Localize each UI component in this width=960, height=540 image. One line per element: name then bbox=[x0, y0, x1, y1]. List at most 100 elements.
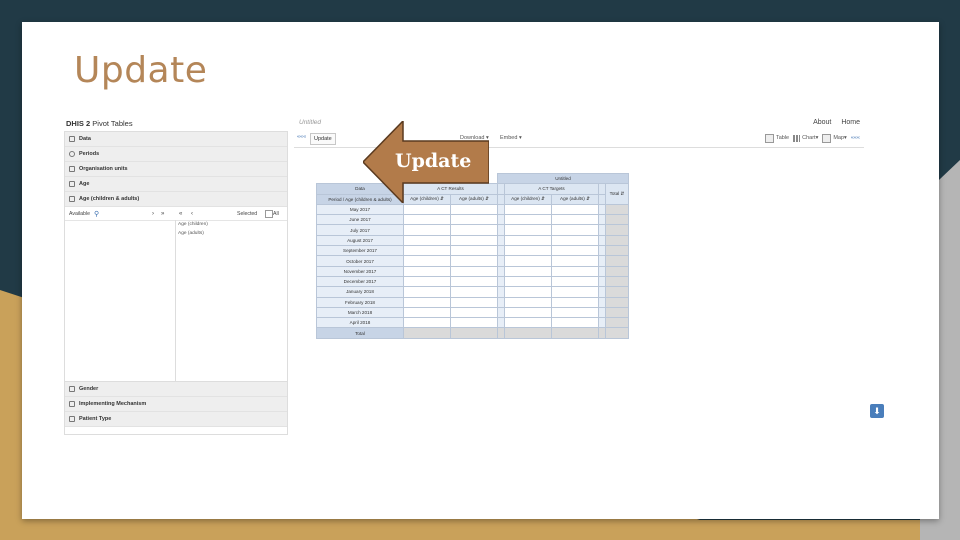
selected-item[interactable]: Age (adults) bbox=[176, 229, 286, 238]
dimension-gender[interactable]: Gender bbox=[65, 382, 287, 397]
table-cell bbox=[598, 245, 606, 257]
table-cell bbox=[450, 286, 498, 298]
table-cell bbox=[450, 203, 498, 216]
data-icon bbox=[69, 136, 75, 142]
dimension-icon bbox=[69, 386, 75, 392]
table-cell bbox=[551, 275, 599, 288]
table-cell bbox=[605, 317, 629, 329]
table-cell bbox=[450, 317, 498, 329]
update-button[interactable]: Update bbox=[310, 133, 336, 145]
available-list[interactable] bbox=[65, 220, 176, 381]
table-cell bbox=[450, 296, 498, 308]
table-cell bbox=[450, 255, 498, 267]
row-label: February 2018 bbox=[316, 296, 404, 308]
table-cell bbox=[551, 296, 599, 308]
table-cell bbox=[403, 275, 451, 288]
row-label: May 2017 bbox=[316, 203, 404, 216]
table-cell bbox=[403, 234, 451, 247]
sub-header[interactable]: Age (adults) ⇵ bbox=[551, 193, 599, 205]
table-row: July 2017 bbox=[316, 224, 629, 236]
dimension-age[interactable]: Age bbox=[65, 177, 287, 192]
table-cell bbox=[403, 317, 451, 329]
dimension-periods[interactable]: Periods bbox=[65, 147, 287, 162]
embed-menu[interactable]: Embed ▾ bbox=[500, 135, 522, 141]
table-row: March 2018 bbox=[316, 306, 629, 319]
dimension-patient-type[interactable]: Patient Type bbox=[65, 412, 287, 427]
about-link[interactable]: About bbox=[813, 119, 831, 126]
favorite-name: Untitled bbox=[299, 119, 322, 126]
sub-header[interactable]: Age (children) ⇵ bbox=[504, 193, 552, 205]
table-cell bbox=[551, 214, 599, 226]
table-icon bbox=[764, 133, 774, 143]
table-cell bbox=[450, 224, 498, 236]
table-cell bbox=[504, 224, 552, 236]
collapse-left-button[interactable]: ««« bbox=[297, 134, 306, 140]
table-cell bbox=[504, 203, 552, 216]
total-header[interactable]: Total ⇵ bbox=[605, 183, 629, 205]
table-row: August 2017 bbox=[316, 234, 629, 247]
selected-list[interactable]: Age (children) Age (adults) bbox=[176, 220, 286, 381]
table-cell bbox=[598, 296, 606, 308]
table-cell bbox=[497, 306, 505, 319]
table-cell bbox=[605, 214, 629, 226]
app-brand: DHIS 2 Pivot Tables bbox=[66, 119, 133, 128]
select-one-button[interactable]: › bbox=[152, 211, 154, 217]
pivot-body: May 2017 June 2017 July 2017 August 2017 Sep… bbox=[316, 203, 629, 329]
group-header: A CT Targets bbox=[504, 183, 599, 195]
home-link[interactable]: Home bbox=[841, 119, 860, 126]
table-cell bbox=[450, 234, 498, 247]
table-row: September 2017 bbox=[316, 245, 629, 257]
table-cell bbox=[497, 245, 505, 257]
download-icon[interactable]: ⬇ bbox=[870, 404, 884, 418]
table-cell bbox=[598, 317, 606, 329]
row-label: December 2017 bbox=[316, 275, 404, 288]
table-cell bbox=[598, 203, 606, 216]
table-cell bbox=[504, 234, 552, 247]
table-cell bbox=[504, 306, 552, 319]
select-all-checkbox[interactable] bbox=[265, 210, 273, 218]
table-cell bbox=[598, 214, 606, 226]
table-cell bbox=[504, 265, 552, 277]
table-cell bbox=[403, 306, 451, 319]
row-label: July 2017 bbox=[316, 224, 404, 236]
selected-item[interactable]: Age (children) bbox=[176, 220, 286, 229]
row-label: September 2017 bbox=[316, 245, 404, 257]
select-all-button[interactable]: » bbox=[161, 211, 164, 217]
table-cell bbox=[497, 275, 505, 288]
callout-label: Update bbox=[395, 150, 472, 172]
table-cell bbox=[551, 265, 599, 277]
dimension-org-units[interactable]: Organisation units bbox=[65, 162, 287, 177]
table-cell bbox=[605, 265, 629, 277]
table-cell bbox=[450, 214, 498, 226]
table-cell bbox=[403, 296, 451, 308]
deselect-all-button[interactable]: « bbox=[179, 211, 182, 217]
table-button[interactable]: Table bbox=[764, 133, 789, 143]
dimension-icon bbox=[69, 181, 75, 187]
table-cell bbox=[605, 306, 629, 319]
total-row-label: Total bbox=[316, 327, 404, 339]
row-label: January 2018 bbox=[316, 286, 404, 298]
dimension-data[interactable]: Data bbox=[65, 132, 287, 147]
table-cell bbox=[504, 275, 552, 288]
map-icon bbox=[822, 133, 832, 143]
collapse-right-button[interactable]: ««« bbox=[851, 133, 860, 143]
table-cell bbox=[605, 286, 629, 298]
table-cell bbox=[497, 224, 505, 236]
dimension-panel: Data Periods Organisation units Age Age … bbox=[64, 131, 288, 435]
deselect-one-button[interactable]: ‹ bbox=[191, 211, 193, 217]
search-icon[interactable]: ⚲ bbox=[94, 210, 99, 218]
table-cell bbox=[403, 255, 451, 267]
dimension-implementing-mechanism[interactable]: Implementing Mechanism bbox=[65, 397, 287, 412]
pivot-title: Untitled bbox=[497, 172, 629, 185]
chart-button[interactable]: Chart ▾ bbox=[793, 133, 818, 143]
row-label: April 2018 bbox=[316, 317, 404, 329]
table-cell bbox=[598, 286, 606, 298]
dimension-age-children-adults[interactable]: Age (children & adults) bbox=[65, 192, 287, 207]
table-cell bbox=[551, 317, 599, 329]
table-cell bbox=[605, 234, 629, 247]
view-switcher: Table Chart ▾ Map ▾ ««« bbox=[764, 133, 860, 143]
map-button[interactable]: Map ▾ bbox=[822, 133, 847, 143]
row-label: November 2017 bbox=[316, 265, 404, 277]
table-cell bbox=[504, 286, 552, 298]
dimension-icon bbox=[69, 416, 75, 422]
